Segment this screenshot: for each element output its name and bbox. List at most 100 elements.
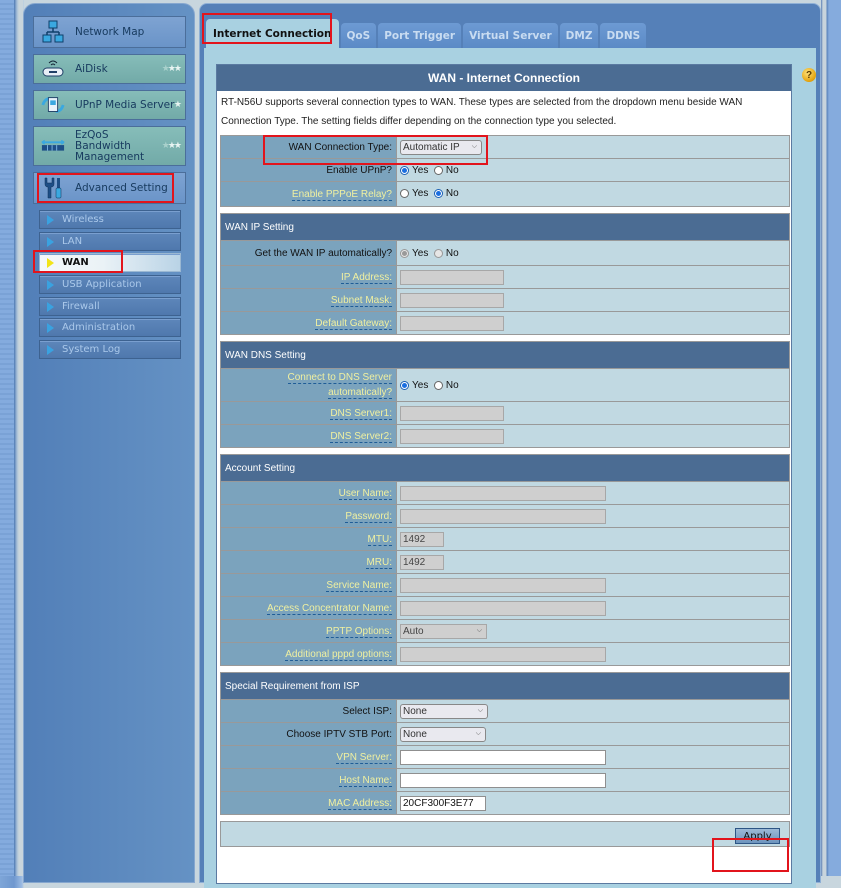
network-map-icon xyxy=(41,20,65,44)
dns-auto-radio-group: Yes No xyxy=(400,380,459,391)
apply-row: Apply xyxy=(220,821,790,847)
subnet-mask-input[interactable] xyxy=(400,292,504,308)
arrow-right-icon xyxy=(47,344,54,355)
panel-title: WAN - Internet Connection xyxy=(217,65,791,91)
aidisk-icon xyxy=(41,57,65,81)
table-row: Select ISP: None ⌵ xyxy=(220,699,790,723)
dns-server2-input[interactable] xyxy=(400,428,504,444)
dns-auto-yes-radio[interactable] xyxy=(400,380,409,390)
host-name-input[interactable] xyxy=(400,772,606,788)
additional-pppd-input[interactable] xyxy=(400,646,606,662)
service-name-input[interactable] xyxy=(400,577,606,593)
ip-address-input[interactable] xyxy=(400,269,504,285)
sidebar-item-advanced-setting[interactable]: Advanced Setting xyxy=(33,172,186,204)
user-name-label: User Name: xyxy=(338,487,392,500)
wan-ip-auto-radio-group: Yes No xyxy=(400,248,459,259)
table-row: MAC Address: 20CF300F3E77 xyxy=(220,791,790,815)
rating-stars-icon: ★★★ xyxy=(161,64,182,74)
tab-internet-connection[interactable]: Internet Connection xyxy=(206,19,339,48)
table-row: Enable UPnP? Yes No xyxy=(220,158,790,182)
table-row: VPN Server: xyxy=(220,745,790,769)
dns-server1-label: DNS Server1: xyxy=(330,407,392,420)
table-row: Additional pppd options: xyxy=(220,642,790,666)
table-row: Get the WAN IP automatically? Yes No xyxy=(220,240,790,266)
tab-virtual-server[interactable]: Virtual Server xyxy=(463,23,558,48)
dns-server1-input[interactable] xyxy=(400,405,504,421)
isp-requirement-table: Special Requirement from ISP Select ISP:… xyxy=(220,672,790,815)
mru-input[interactable]: 1492 xyxy=(400,554,444,570)
sidebar-item-label: UPnP Media Server xyxy=(75,99,175,111)
enable-upnp-radio-group: Yes No xyxy=(400,165,459,176)
tab-port-trigger[interactable]: Port Trigger xyxy=(378,23,462,48)
sidebar-subitem-wan[interactable]: WAN xyxy=(39,253,181,272)
mtu-input[interactable]: 1492 xyxy=(400,531,444,547)
sidebar-item-ezqos[interactable]: EzQoS Bandwidth Management ★★★ xyxy=(33,126,186,166)
bandwidth-icon xyxy=(41,134,65,158)
ip-address-label: IP Address: xyxy=(341,271,392,284)
mac-address-input[interactable]: 20CF300F3E77 xyxy=(400,795,486,811)
table-row: Enable PPPoE Relay? Yes No xyxy=(220,181,790,207)
pptp-options-label: PPTP Options: xyxy=(326,625,392,638)
wan-connection-type-select[interactable]: Automatic IP ⌵ xyxy=(400,139,482,155)
host-name-label: Host Name: xyxy=(339,774,392,787)
sidebar-subitem-system-log[interactable]: System Log xyxy=(39,340,181,359)
chevron-down-icon: ⌵ xyxy=(475,730,481,737)
dns-server2-label: DNS Server2: xyxy=(330,430,392,443)
help-icon[interactable]: ? xyxy=(802,68,816,82)
user-name-input[interactable] xyxy=(400,485,606,501)
access-concentrator-input[interactable] xyxy=(400,600,606,616)
arrow-right-icon xyxy=(47,214,54,225)
table-row: Choose IPTV STB Port: None ⌵ xyxy=(220,722,790,746)
sidebar-subitem-firewall[interactable]: Firewall xyxy=(39,297,181,316)
select-isp-label: Select ISP: xyxy=(220,699,397,723)
main-content: Internet Connection QoS Port Trigger Vir… xyxy=(199,3,821,888)
select-isp-select[interactable]: None ⌵ xyxy=(400,703,488,719)
section-header: WAN DNS Setting xyxy=(220,341,790,369)
pppoe-relay-no-radio[interactable] xyxy=(433,188,443,198)
table-row: MRU: 1492 xyxy=(220,550,790,574)
vpn-server-input[interactable] xyxy=(400,749,606,765)
wan-connection-type-label: WAN Connection Type: xyxy=(220,135,397,159)
table-row: Connect to DNS Server automatically? Yes … xyxy=(220,368,790,402)
additional-pppd-label: Additional pppd options: xyxy=(285,648,392,661)
default-gateway-input[interactable] xyxy=(400,315,504,331)
sidebar-item-aidisk[interactable]: AiDisk ★★★ xyxy=(33,54,186,84)
upnp-no-radio[interactable] xyxy=(433,165,443,175)
section-header: WAN IP Setting xyxy=(220,213,790,241)
wan-dns-table: WAN DNS Setting Connect to DNS Server aut… xyxy=(220,341,790,448)
upnp-yes-radio[interactable] xyxy=(400,165,409,175)
vpn-server-label: VPN Server: xyxy=(336,751,392,764)
pppoe-relay-yes-radio[interactable] xyxy=(400,188,409,198)
content-area: ? WAN - Internet Connection RT-N56U supp… xyxy=(204,48,816,888)
password-input[interactable] xyxy=(400,508,606,524)
wan-ip-auto-yes-radio[interactable] xyxy=(400,248,409,258)
tab-ddns[interactable]: DDNS xyxy=(600,23,647,48)
sidebar-item-network-map[interactable]: Network Map xyxy=(33,16,186,48)
apply-button[interactable]: Apply xyxy=(735,828,780,844)
table-row: DNS Server2: xyxy=(220,424,790,448)
pptp-options-select[interactable]: Auto ⌵ xyxy=(400,623,487,639)
sidebar-subitem-lan[interactable]: LAN xyxy=(39,232,181,251)
tab-dmz[interactable]: DMZ xyxy=(559,23,599,48)
sidebar-subitem-wireless[interactable]: Wireless xyxy=(39,210,181,229)
access-concentrator-label: Access Concentrator Name: xyxy=(266,602,392,615)
account-setting-table: Account Setting User Name: Password: MTU… xyxy=(220,454,790,666)
enable-upnp-label: Enable UPnP? xyxy=(220,158,397,182)
service-name-label: Service Name: xyxy=(326,579,392,592)
table-row: Host Name: xyxy=(220,768,790,792)
sidebar-subitem-administration[interactable]: Administration xyxy=(39,318,181,337)
table-row: Access Concentrator Name: xyxy=(220,596,790,620)
table-row: Password: xyxy=(220,504,790,528)
sidebar-subitem-usb-application[interactable]: USB Application xyxy=(39,275,181,294)
iptv-stb-port-select[interactable]: None ⌵ xyxy=(400,726,486,742)
sidebar-item-upnp-media-server[interactable]: UPnP Media Server ★ xyxy=(33,90,186,120)
table-row: DNS Server1: xyxy=(220,401,790,425)
table-row: User Name: xyxy=(220,481,790,505)
dns-auto-no-radio[interactable] xyxy=(433,380,443,390)
mac-address-label: MAC Address: xyxy=(328,797,392,810)
wan-panel: WAN - Internet Connection RT-N56U suppor… xyxy=(216,64,792,884)
table-row: WAN Connection Type: Automatic IP ⌵ xyxy=(220,135,790,159)
tab-qos[interactable]: QoS xyxy=(340,23,377,48)
wrench-screwdriver-icon xyxy=(41,176,65,200)
wan-ip-auto-no-radio[interactable] xyxy=(433,248,443,258)
